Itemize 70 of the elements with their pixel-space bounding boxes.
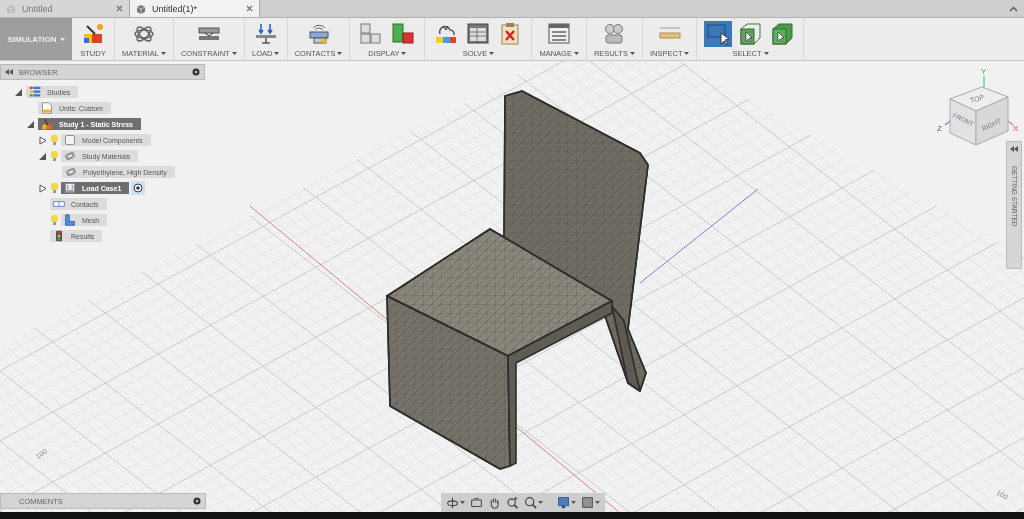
contact-plate-icon <box>53 198 65 210</box>
orbit-icon <box>446 496 459 509</box>
navigation-button[interactable] <box>469 495 484 510</box>
navigation-button[interactable] <box>556 495 577 510</box>
mesh-l-shape-icon <box>64 214 76 226</box>
collapse-arrows-icon[interactable] <box>1010 146 1018 152</box>
contact-panels-icon <box>306 22 331 46</box>
cube-outline-icon <box>64 134 76 146</box>
table-window-icon <box>466 22 491 46</box>
caret-icon <box>337 52 343 55</box>
zoom-icon <box>524 496 537 509</box>
caret-icon <box>489 52 495 55</box>
caret-icon <box>573 52 579 55</box>
list-window-icon <box>547 22 572 46</box>
blocks-icon <box>359 22 384 46</box>
document-tab[interactable]: Untitled(1)* <box>130 0 260 17</box>
chevron-up-icon[interactable] <box>1009 5 1018 12</box>
caret-icon <box>231 52 237 55</box>
caret-icon <box>274 52 280 55</box>
display-settings-icon <box>557 496 570 509</box>
axis-label: Y <box>981 67 987 76</box>
atom-icon <box>65 166 77 178</box>
zoom-window-icon <box>506 496 519 509</box>
axis-label: X <box>1013 124 1019 133</box>
caret-icon <box>629 52 635 55</box>
document-icon <box>41 102 53 114</box>
load-window-icon <box>64 182 76 194</box>
light-bulb-icon[interactable] <box>50 214 59 226</box>
cube-icon <box>136 3 146 14</box>
stacked-bars-icon <box>29 86 41 98</box>
expanded-triangle-icon[interactable] <box>15 87 23 97</box>
navigation-button[interactable] <box>580 495 601 510</box>
collapsed-triangle-icon[interactable] <box>39 135 47 145</box>
caret-icon <box>401 52 407 55</box>
look-at-icon <box>470 496 483 509</box>
colored-blocks-icon <box>391 22 416 46</box>
grid-settings-icon <box>581 496 594 509</box>
document-tab[interactable]: Untitled <box>0 0 130 17</box>
close-icon[interactable] <box>246 5 253 12</box>
caret-icon <box>59 37 65 41</box>
cube-icon <box>6 3 16 14</box>
pin-dot-icon[interactable] <box>193 497 201 505</box>
expanded-triangle-icon[interactable] <box>39 151 47 161</box>
navigation-button[interactable] <box>505 495 520 510</box>
caret-icon <box>684 52 690 55</box>
cursor-cube-icon <box>770 22 795 46</box>
pin-dot-icon[interactable] <box>192 68 200 76</box>
arrow-load-icon <box>253 22 278 46</box>
caret-icon <box>571 501 576 504</box>
caret-icon <box>538 501 543 504</box>
caret-icon <box>160 52 166 55</box>
axis-label: Z <box>937 124 942 133</box>
radio-target[interactable] <box>131 181 146 195</box>
navigation-button[interactable] <box>523 495 544 510</box>
atom-icon <box>64 150 76 162</box>
expanded-triangle-icon[interactable] <box>27 119 35 129</box>
toolbar-button[interactable] <box>704 21 733 47</box>
collapsed-triangle-icon[interactable] <box>39 183 47 193</box>
caret-icon <box>595 501 600 504</box>
pan-hand-icon <box>488 496 501 509</box>
collapse-arrows-icon[interactable] <box>5 69 13 75</box>
stress-plot-icon <box>41 118 53 130</box>
traffic-light-icon <box>53 230 65 242</box>
navigation-button[interactable] <box>445 495 466 510</box>
caret-icon <box>460 501 465 504</box>
close-icon[interactable] <box>116 5 123 12</box>
cursor-cube-icon <box>738 22 763 46</box>
caret-icon <box>763 52 769 55</box>
stress-plot-icon <box>81 22 105 46</box>
cursor-window-icon <box>706 22 731 46</box>
